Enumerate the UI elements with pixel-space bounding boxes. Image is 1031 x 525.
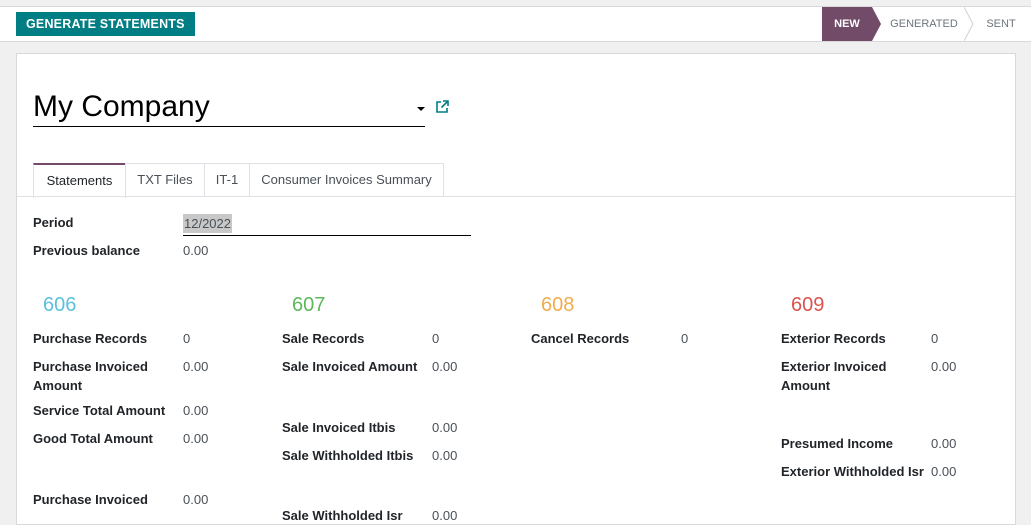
sale-invoiced-itbis-value: 0.00	[432, 420, 458, 435]
sale-withholded-isr-value: 0.00	[432, 508, 458, 523]
control-panel: GENERATE STATEMENTS NEW GENERATED SENT	[0, 6, 1031, 42]
form-sheet: My Company Statements TXT Files IT-1 Con…	[16, 53, 1016, 525]
good-total-amount-value: 0.00	[183, 431, 209, 446]
presumed-income-label: Presumed Income	[781, 436, 893, 451]
purchase-records-value: 0	[183, 331, 191, 346]
sale-withholded-itbis-value: 0.00	[432, 448, 458, 463]
presumed-income-value: 0.00	[931, 436, 957, 451]
period-label: Period	[33, 215, 74, 230]
purchase-records-label: Purchase Records	[33, 331, 148, 346]
cancel-records-label: Cancel Records	[531, 331, 630, 346]
previous-balance-value: 0.00	[183, 243, 209, 258]
exterior-invoiced-amount-label: Exterior Invoiced	[781, 359, 887, 374]
service-total-amount-value: 0.00	[183, 403, 209, 418]
tab-statements[interactable]: Statements	[33, 163, 126, 198]
tab-txt-files[interactable]: TXT Files	[125, 163, 205, 196]
status-sent[interactable]: SENT	[978, 7, 1024, 41]
sale-records-label: Sale Records	[282, 331, 365, 346]
purchase-invoiced-amount-value: 0.00	[183, 359, 209, 374]
section-607-title: 607	[292, 294, 326, 316]
sale-withholded-itbis-label: Sale Withholded Itbis	[282, 448, 414, 463]
sale-invoiced-itbis-label: Sale Invoiced Itbis	[282, 420, 396, 435]
purchase-invoiced-amount-label: Purchase Invoiced	[33, 359, 148, 374]
period-field[interactable]: 12/2022	[183, 213, 471, 236]
status-generated[interactable]: GENERATED	[884, 7, 964, 41]
exterior-records-value: 0	[931, 331, 939, 346]
company-name: My Company	[33, 90, 210, 123]
period-value: 12/2022	[183, 214, 232, 233]
generate-statements-button[interactable]: GENERATE STATEMENTS	[16, 12, 195, 36]
sale-withholded-isr-label: Sale Withholded Isr	[282, 508, 403, 523]
exterior-withholded-isr-value: 0.00	[931, 464, 957, 479]
sale-invoiced-amount-label: Sale Invoiced Amount	[282, 359, 418, 374]
sale-records-value: 0	[432, 331, 440, 346]
status-arrow	[872, 7, 881, 41]
exterior-invoiced-amount-value: 0.00	[931, 359, 957, 374]
status-separator	[964, 7, 974, 41]
chevron-down-icon[interactable]	[417, 107, 425, 111]
sale-invoiced-amount-value: 0.00	[432, 359, 458, 374]
tab-it-1[interactable]: IT-1	[204, 163, 250, 196]
exterior-invoiced-amount-label-line2: Amount	[781, 378, 831, 393]
company-select[interactable]: My Company	[33, 88, 425, 127]
status-new[interactable]: NEW	[822, 7, 872, 41]
purchase-invoiced-value: 0.00	[183, 492, 209, 507]
tab-consumer-invoices-summary[interactable]: Consumer Invoices Summary	[249, 163, 444, 196]
previous-balance-label: Previous balance	[33, 243, 140, 258]
section-606-title: 606	[43, 294, 77, 316]
exterior-records-label: Exterior Records	[781, 331, 886, 346]
tabs-divider	[17, 196, 1015, 197]
good-total-amount-label: Good Total Amount	[33, 431, 153, 446]
exterior-withholded-isr-label: Exterior Withholded Isr	[781, 464, 924, 479]
purchase-invoiced-amount-label-line2: Amount	[33, 378, 83, 393]
purchase-invoiced-label: Purchase Invoiced	[33, 492, 148, 507]
service-total-amount-label: Service Total Amount	[33, 403, 166, 418]
cancel-records-value: 0	[681, 331, 689, 346]
section-608-title: 608	[541, 294, 575, 316]
section-609-title: 609	[791, 294, 825, 316]
external-link-icon[interactable]	[435, 100, 449, 114]
